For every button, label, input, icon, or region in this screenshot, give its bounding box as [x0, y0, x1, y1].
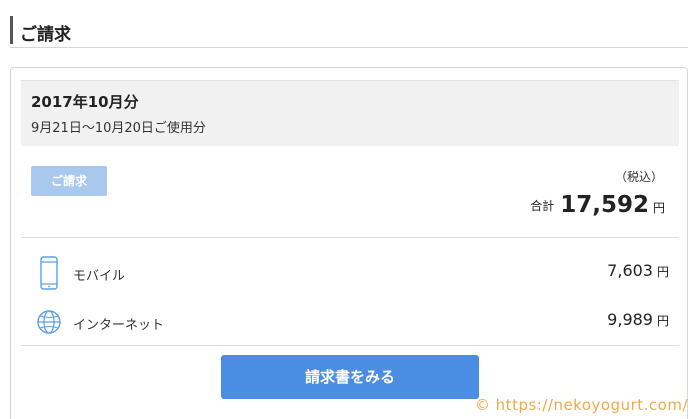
mobile-phone-icon [36, 256, 62, 290]
line-item-mobile: モバイル 7,603 円 [31, 256, 669, 290]
line-item-currency: 円 [656, 314, 669, 328]
billing-status-badge: ご請求 [31, 166, 107, 196]
view-invoice-button[interactable]: 請求書をみる [221, 355, 479, 399]
section-accent-bar [10, 16, 13, 44]
line-item-amount: 9,989 [607, 310, 653, 329]
watermark: © https://nekoyogurt.com/ [474, 396, 688, 414]
line-item-value: 7,603 円 [607, 261, 669, 280]
billing-card: 2017年10月分 9月21日〜10月20日ご使用分 ご請求 （税込） 合計 17… [10, 67, 688, 419]
line-item-internet: インターネット 9,989 円 [31, 305, 669, 339]
line-item-value: 9,989 円 [607, 310, 669, 329]
tax-included-note: （税込） [614, 170, 663, 184]
section-header: ご請求 [10, 14, 688, 48]
billing-period-panel: 2017年10月分 9月21日〜10月20日ご使用分 [21, 80, 679, 146]
section-title: ご請求 [20, 25, 71, 45]
line-item-currency: 円 [656, 265, 669, 279]
line-item-label: インターネット [73, 318, 165, 333]
globe-icon [36, 305, 62, 339]
divider [21, 237, 679, 238]
total-label: 合計 [530, 199, 555, 213]
line-item-amount: 7,603 [607, 261, 653, 280]
line-item-label: モバイル [73, 269, 126, 284]
billing-total: 合計 17,592 円 [530, 192, 665, 218]
total-amount: 17,592 [560, 192, 649, 218]
total-currency: 円 [652, 201, 665, 215]
usage-range: 9月21日〜10月20日ご使用分 [31, 121, 206, 136]
billing-month: 2017年10月分 [31, 93, 139, 111]
divider [21, 345, 679, 346]
